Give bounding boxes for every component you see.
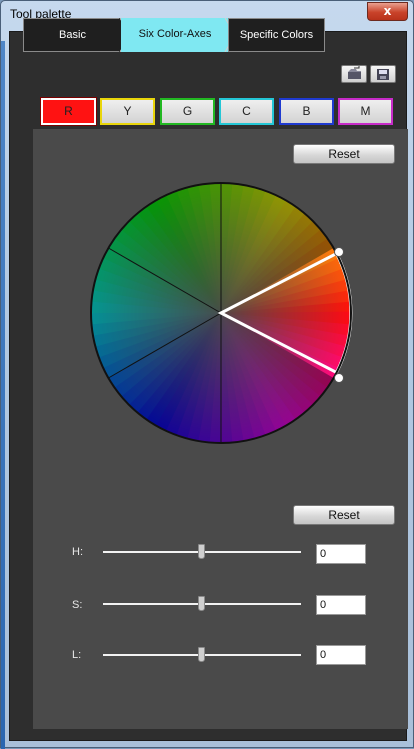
save-settings-button[interactable] bbox=[370, 65, 396, 83]
window-edge bbox=[1, 41, 5, 749]
save-settings-icon bbox=[377, 69, 389, 80]
axis-button-blue[interactable]: B bbox=[279, 98, 334, 125]
axis-button-yellow[interactable]: Y bbox=[100, 98, 155, 125]
range-handle-upper[interactable] bbox=[334, 247, 344, 257]
load-settings-button[interactable] bbox=[341, 65, 367, 83]
hue-label: H: bbox=[72, 546, 83, 558]
load-settings-icon bbox=[348, 66, 361, 79]
tab-basic[interactable]: Basic bbox=[23, 18, 121, 52]
saturation-value-input[interactable]: 0 bbox=[316, 595, 366, 615]
adjust-reset-button[interactable]: Reset bbox=[293, 505, 395, 525]
lightness-slider-thumb[interactable] bbox=[198, 647, 205, 662]
tool-palette-window: Tool palette x Basic Six Color-Axes Spec… bbox=[0, 0, 414, 749]
axis-button-red[interactable]: R bbox=[40, 97, 97, 126]
axis-button-cyan[interactable]: C bbox=[219, 98, 274, 125]
saturation-label: S: bbox=[72, 599, 83, 611]
lightness-label: L: bbox=[72, 649, 82, 661]
range-handle-lower[interactable] bbox=[334, 373, 344, 383]
lightness-value-input[interactable]: 0 bbox=[316, 645, 366, 665]
close-button[interactable]: x bbox=[367, 2, 408, 21]
axis-button-magenta[interactable]: M bbox=[338, 98, 393, 125]
hue-slider-thumb[interactable] bbox=[198, 544, 205, 559]
tab-six-color-axes[interactable]: Six Color-Axes bbox=[121, 18, 229, 52]
wheel-reset-button[interactable]: Reset bbox=[293, 144, 395, 164]
axis-button-green[interactable]: G bbox=[160, 98, 215, 125]
hue-color-wheel[interactable] bbox=[89, 181, 353, 445]
saturation-slider-thumb[interactable] bbox=[198, 596, 205, 611]
hue-value-input[interactable]: 0 bbox=[316, 544, 366, 564]
tab-specific-colors[interactable]: Specific Colors bbox=[228, 18, 325, 52]
